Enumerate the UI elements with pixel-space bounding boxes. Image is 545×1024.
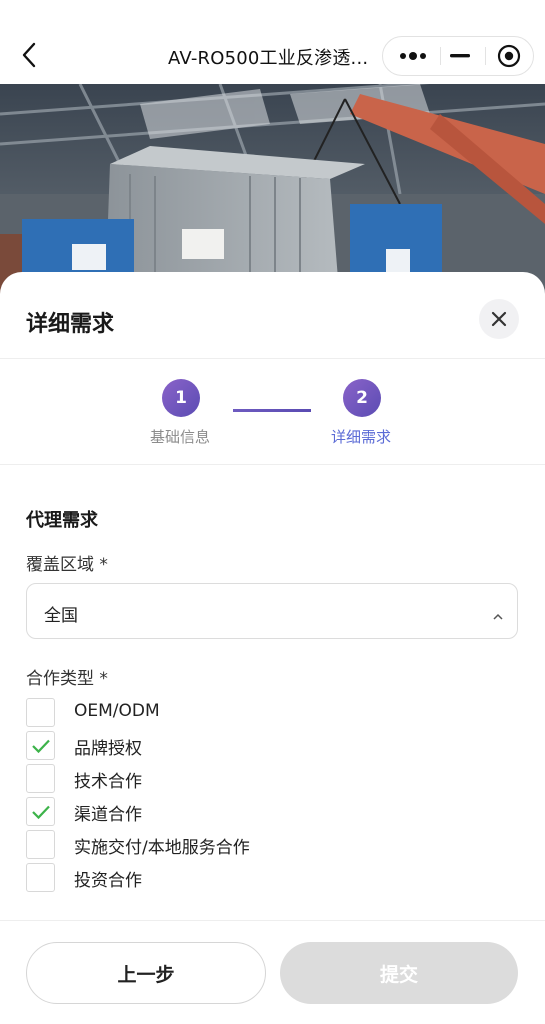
navbar: AV-RO500工业反渗透... [0, 0, 545, 84]
option-label: 实施交付/本地服务合作 [74, 838, 250, 858]
checkbox[interactable] [26, 830, 55, 859]
target-circle-icon[interactable] [489, 37, 529, 75]
option-brand-license[interactable]: 品牌授权 [26, 731, 326, 762]
cooperation-label: 合作类型 * [26, 669, 108, 689]
more-dots-icon[interactable] [389, 37, 437, 75]
previous-step-button[interactable]: 上一步 [26, 942, 266, 1004]
detail-requirements-sheet: 详细需求 1 2 基础信息 详细需求 代理需求 覆盖区域 * 全国 合作类型 *… [0, 272, 545, 1024]
option-label: 品牌授权 [74, 739, 142, 759]
coverage-value: 全国 [44, 606, 78, 626]
step-connector [233, 409, 311, 412]
option-investment[interactable]: 投资合作 [26, 863, 326, 894]
submit-button[interactable]: 提交 [280, 942, 518, 1004]
section-title: 代理需求 [26, 510, 98, 531]
page-title: AV-RO500工业反渗透... [168, 48, 369, 69]
step-1-circle: 1 [162, 379, 200, 417]
close-icon[interactable] [479, 299, 519, 339]
product-hero-image [0, 84, 545, 304]
chevron-up-icon [493, 606, 503, 625]
checkbox[interactable] [26, 698, 55, 727]
footer-divider [0, 920, 545, 921]
checkbox[interactable] [26, 797, 55, 826]
checkbox[interactable] [26, 863, 55, 892]
option-channel-cooperation[interactable]: 渠道合作 [26, 797, 326, 828]
capsule-divider [440, 47, 441, 65]
step-2-circle: 2 [343, 379, 381, 417]
back-arrow-icon[interactable] [14, 38, 44, 72]
checkbox[interactable] [26, 731, 55, 760]
divider [0, 464, 545, 465]
coverage-label: 覆盖区域 * [26, 555, 108, 575]
option-tech-cooperation[interactable]: 技术合作 [26, 764, 326, 795]
coverage-select[interactable]: 全国 [26, 583, 518, 639]
option-label: 渠道合作 [74, 805, 142, 825]
option-label: OEM/ODM [74, 701, 160, 721]
sheet-title: 详细需求 [26, 312, 115, 337]
mini-program-capsule [382, 36, 534, 76]
checkbox[interactable] [26, 764, 55, 793]
check-icon [31, 739, 50, 753]
check-icon [31, 805, 50, 819]
capsule-divider [485, 47, 486, 65]
minimize-icon[interactable] [443, 37, 477, 75]
option-label: 技术合作 [74, 772, 142, 792]
divider [0, 358, 545, 359]
step-1-label: 基础信息 [150, 428, 211, 446]
option-local-service[interactable]: 实施交付/本地服务合作 [26, 830, 326, 861]
option-label: 投资合作 [74, 871, 142, 891]
option-oem-odm[interactable]: OEM/ODM [26, 698, 326, 729]
step-2-label: 详细需求 [331, 428, 392, 446]
